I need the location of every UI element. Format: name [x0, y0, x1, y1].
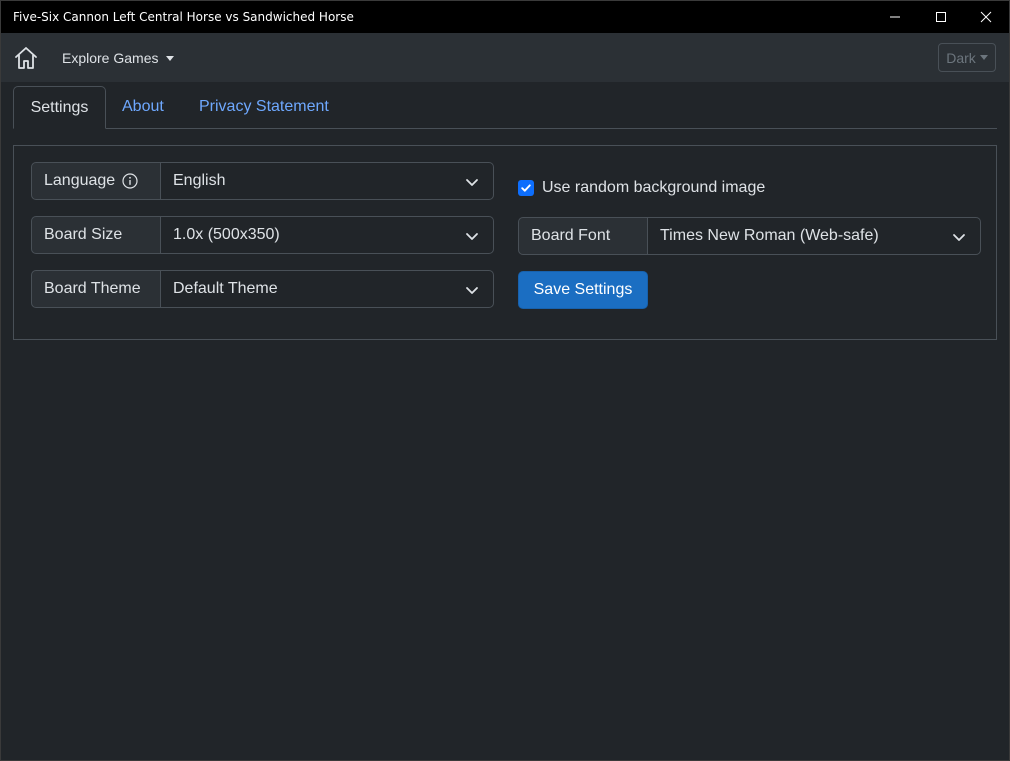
minimize-icon: [890, 16, 900, 18]
board-font-label: Board Font: [531, 227, 611, 244]
language-value: English: [173, 172, 226, 189]
board-size-group: Board Size 1.0x (500x350): [31, 216, 494, 254]
minimize-button[interactable]: [872, 1, 918, 33]
board-theme-select[interactable]: Default Theme: [161, 270, 494, 308]
info-icon[interactable]: [122, 173, 138, 189]
theme-label: Dark: [946, 49, 976, 66]
board-theme-label-box: Board Theme: [31, 270, 161, 308]
random-background-checkbox[interactable]: [518, 180, 534, 196]
board-size-select[interactable]: 1.0x (500x350): [161, 216, 494, 254]
home-icon: [15, 47, 37, 69]
tab-about[interactable]: About: [122, 86, 164, 128]
board-font-select[interactable]: Times New Roman (Web-safe): [648, 217, 981, 255]
chevron-down-icon: [466, 233, 478, 240]
language-label: Language: [44, 172, 116, 189]
window-title: Five-Six Cannon Left Central Horse vs Sa…: [13, 10, 354, 24]
navbar: Explore Games Dark: [1, 33, 1009, 82]
board-size-label-box: Board Size: [31, 216, 161, 254]
board-size-label: Board Size: [44, 226, 123, 243]
board-size-value: 1.0x (500x350): [173, 226, 280, 243]
close-icon: [980, 11, 992, 23]
tab-bar: Settings About Privacy Statement: [13, 86, 997, 129]
explore-games-dropdown[interactable]: Explore Games: [62, 50, 175, 66]
app-window: Five-Six Cannon Left Central Horse vs Sa…: [0, 0, 1010, 761]
theme-dropdown-button[interactable]: Dark: [938, 43, 996, 72]
title-bar: Five-Six Cannon Left Central Horse vs Sa…: [1, 1, 1009, 33]
language-select[interactable]: English: [161, 162, 494, 200]
checkmark-icon: [521, 184, 531, 192]
language-group: Language English: [31, 162, 494, 200]
board-theme-label: Board Theme: [44, 280, 141, 297]
save-settings-button[interactable]: Save Settings: [518, 271, 648, 309]
chevron-down-icon: [466, 179, 478, 186]
board-theme-group: Board Theme Default Theme: [31, 270, 494, 308]
board-font-group: Board Font Times New Roman (Web-safe): [518, 217, 981, 255]
board-theme-value: Default Theme: [173, 280, 278, 297]
chevron-down-icon: [466, 287, 478, 294]
random-background-label: Use random background image: [542, 179, 766, 196]
chevron-down-icon: [953, 234, 965, 241]
caret-down-icon: [979, 55, 988, 60]
caret-down-icon: [166, 55, 175, 61]
tab-privacy-statement[interactable]: Privacy Statement: [199, 86, 329, 128]
maximize-icon: [936, 12, 946, 22]
random-background-row[interactable]: Use random background image: [518, 179, 765, 197]
language-label-box: Language: [31, 162, 161, 200]
maximize-button[interactable]: [918, 1, 964, 33]
board-font-value: Times New Roman (Web-safe): [660, 227, 879, 244]
explore-games-label: Explore Games: [62, 50, 159, 66]
board-font-label-box: Board Font: [518, 217, 648, 255]
tab-settings[interactable]: Settings: [13, 86, 106, 129]
close-button[interactable]: [963, 1, 1009, 33]
home-button[interactable]: [13, 45, 39, 71]
